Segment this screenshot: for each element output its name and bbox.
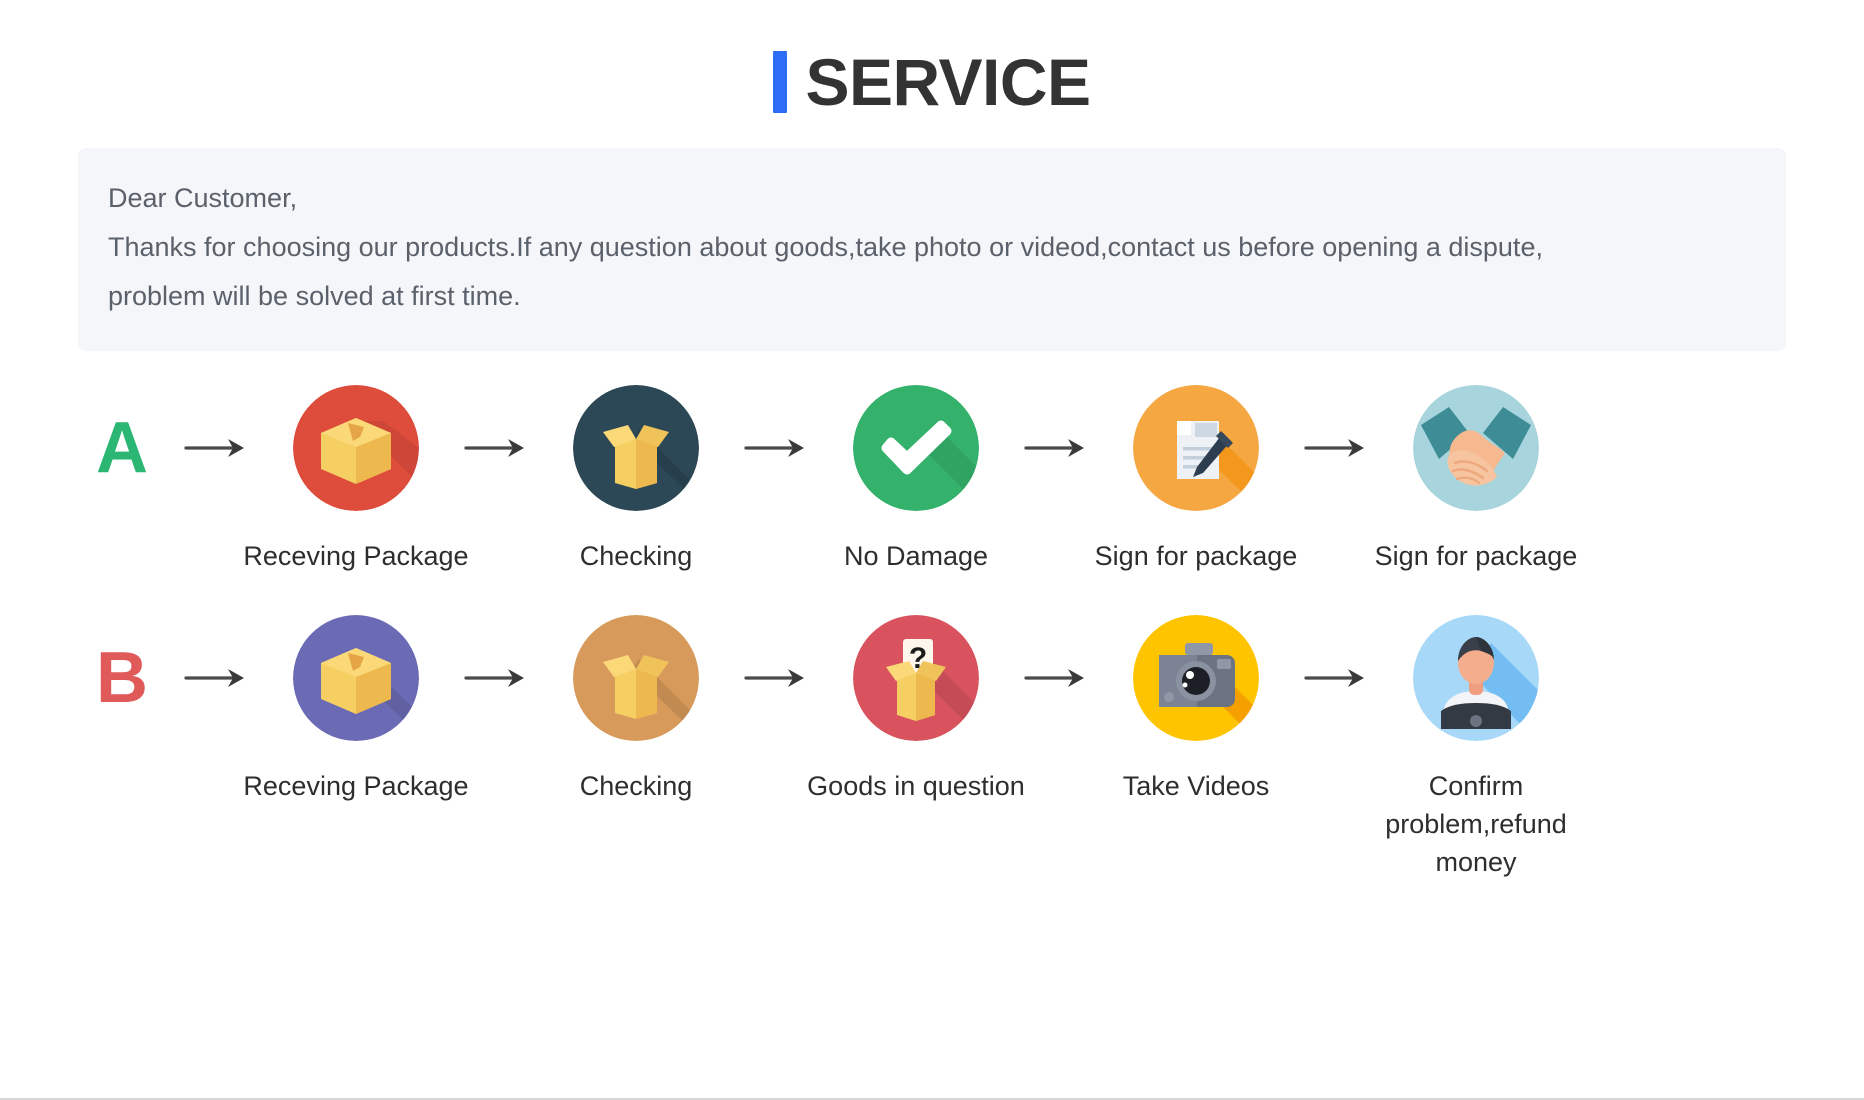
flow-step: Sign for package: [1375, 385, 1577, 575]
flow-row-b: B Receving Package Checking ? Goods in q…: [0, 615, 1864, 881]
flow-step-label: Receving Package: [243, 771, 469, 801]
arrow-right-icon: [1014, 385, 1098, 511]
flow-step-label: Confirm problem,refund money: [1385, 771, 1567, 877]
flow-diagrams: A Receving Package Checking No Damage Si…: [0, 385, 1864, 881]
customer-notice-box: Dear Customer, Thanks for choosing our p…: [78, 148, 1786, 351]
service-infographic-page: SERVICE Dear Customer, Thanks for choosi…: [0, 0, 1864, 1100]
question-box-icon: ?: [853, 615, 979, 741]
flow-step: Receving Package: [243, 385, 469, 575]
flow-row-a: A Receving Package Checking No Damage Si…: [0, 385, 1864, 575]
notice-line-2: Thanks for choosing our products.If any …: [108, 232, 1543, 262]
closed-box-icon: [293, 615, 419, 741]
page-title: SERVICE: [805, 45, 1091, 119]
flow-row-b-letter: B: [96, 638, 148, 718]
arrow-right-icon: [734, 385, 818, 511]
arrow-right-icon: [454, 385, 538, 511]
title-accent-bar: [773, 51, 788, 113]
arrow-right-icon: [174, 385, 258, 511]
flow-step-label: Goods in question: [807, 771, 1025, 801]
open-box-icon: [573, 385, 699, 511]
flow-step-label: Sign for package: [1094, 541, 1298, 571]
flow-step-label: No Damage: [843, 541, 989, 571]
arrow-right-icon: [1294, 385, 1378, 511]
flow-step: Confirm problem,refund money: [1378, 615, 1574, 881]
arrow-right-icon: [1294, 615, 1378, 741]
closed-box-icon: [293, 385, 419, 511]
arrow-right-icon: [174, 615, 258, 741]
support-person-icon: [1413, 615, 1539, 741]
arrow-right-icon: [734, 615, 818, 741]
arrow-right-icon: [1014, 615, 1098, 741]
page-header: SERVICE: [0, 0, 1864, 118]
flow-step: Take Videos: [1098, 615, 1294, 805]
flow-step: Checking: [538, 615, 734, 805]
arrow-right-icon: [454, 615, 538, 741]
flow-step-label: Sign for package: [1374, 541, 1578, 571]
checkmark-icon: [853, 385, 979, 511]
flow-step: Receving Package: [243, 615, 469, 805]
flow-step-label: Receving Package: [243, 541, 469, 571]
flow-step: Checking: [538, 385, 734, 575]
flow-step-label: Checking: [579, 771, 693, 801]
handshake-icon: [1413, 385, 1539, 511]
document-pen-icon: [1133, 385, 1259, 511]
flow-row-a-letter: A: [96, 408, 148, 488]
notice-line-3: problem will be solved at first time.: [108, 281, 521, 311]
open-box-icon: [573, 615, 699, 741]
flow-step-label: Checking: [579, 541, 693, 571]
flow-step: No Damage: [818, 385, 1014, 575]
flow-step-label: Take Videos: [1122, 771, 1270, 801]
notice-line-1: Dear Customer,: [108, 183, 298, 213]
camera-icon: [1133, 615, 1259, 741]
flow-step: Sign for package: [1095, 385, 1297, 575]
flow-step: ? Goods in question: [807, 615, 1025, 805]
